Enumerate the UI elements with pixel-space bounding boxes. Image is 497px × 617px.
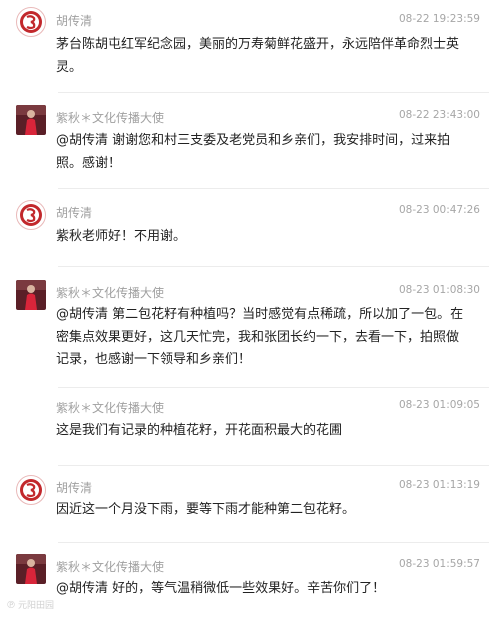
profile-photo	[16, 280, 46, 310]
divider	[58, 266, 489, 267]
timestamp: 08-23 01:59:57	[398, 558, 480, 570]
timestamp: 08-23 01:08:30	[398, 284, 480, 296]
profile-photo	[16, 105, 46, 135]
comment-text: 紫秋老师好！不用谢。	[56, 229, 187, 244]
avatar[interactable]	[16, 554, 46, 584]
comment-text: 这是我们有记录的种植花籽，开花面积最大的花圃	[56, 423, 343, 438]
avatar[interactable]	[16, 200, 46, 230]
timestamp: 08-23 00:47:26	[398, 204, 480, 216]
avatar[interactable]	[16, 475, 46, 505]
watermark-icon: ℗	[6, 600, 16, 611]
username[interactable]: 胡传清	[56, 12, 92, 29]
username[interactable]: 紫秋＊文化传播大使	[56, 399, 164, 416]
username[interactable]: 紫秋＊文化传播大使	[56, 109, 164, 126]
username[interactable]: 胡传清	[56, 479, 92, 496]
comment-text: 茅台陈胡屯红军纪念园，美丽的万寿菊鲜花盛开，永远陪伴革命烈士英灵。	[56, 37, 460, 75]
logo-icon	[20, 479, 42, 501]
username[interactable]: 胡传清	[56, 204, 92, 221]
divider	[58, 465, 489, 466]
timestamp: 08-23 01:13:19	[398, 479, 480, 491]
comment-text: @胡传清 好的，等气温稍微低一些效果好。辛苦你们了！	[56, 581, 386, 596]
profile-photo	[16, 554, 46, 584]
avatar[interactable]	[16, 105, 46, 135]
divider	[58, 188, 489, 189]
avatar[interactable]	[16, 7, 46, 37]
watermark: ℗ 元阳田园	[6, 598, 86, 614]
divider	[58, 92, 489, 93]
comment-text: @胡传清 谢谢您和村三支委及老党员和乡亲们，我安排时间，过来拍照。感谢！	[56, 133, 451, 171]
divider	[58, 387, 489, 388]
logo-icon	[20, 11, 42, 33]
comment-text: @胡传清 第二包花籽有种植吗？当时感觉有点稀疏，所以加了一包。在密集点效果更好，…	[56, 307, 464, 367]
avatar[interactable]	[16, 280, 46, 310]
logo-icon	[20, 204, 42, 226]
timestamp: 08-23 01:09:05	[398, 399, 480, 411]
timestamp: 08-22 19:23:59	[398, 13, 480, 25]
timestamp: 08-22 23:43:00	[398, 109, 480, 121]
divider	[58, 542, 489, 543]
username[interactable]: 紫秋＊文化传播大使	[56, 558, 164, 575]
watermark-text: 元阳田园	[18, 601, 55, 611]
comment-text: 因近这一个月没下雨，要等下雨才能种第二包花籽。	[56, 502, 356, 517]
username[interactable]: 紫秋＊文化传播大使	[56, 284, 164, 301]
